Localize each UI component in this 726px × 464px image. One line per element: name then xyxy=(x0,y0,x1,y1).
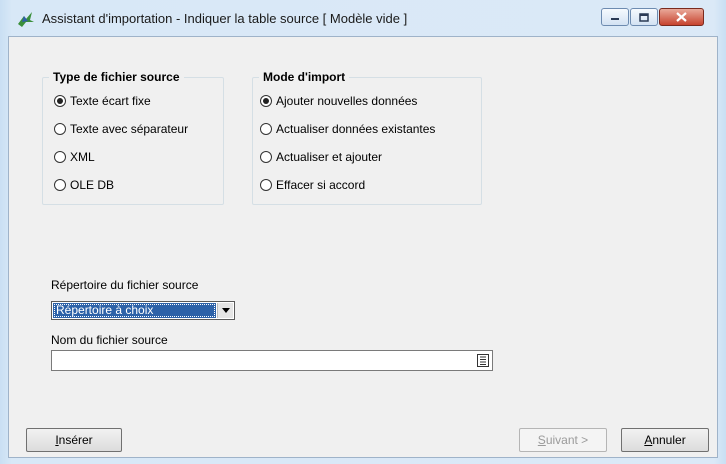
filename-label: Nom du fichier source xyxy=(51,333,168,347)
import-mode-title: Mode d'import xyxy=(259,70,350,84)
radio-label: Actualiser données existantes xyxy=(276,122,436,136)
browse-button[interactable] xyxy=(476,353,490,368)
insert-label: nsérer xyxy=(58,433,93,447)
minimize-icon xyxy=(611,18,619,20)
radio-label: OLE DB xyxy=(70,178,115,192)
directory-label: Répertoire du fichier source xyxy=(51,278,199,292)
app-logo-icon xyxy=(18,12,34,27)
file-browse-icon xyxy=(477,354,489,367)
filename-input[interactable] xyxy=(51,350,493,371)
radio-texte-avec-separateur[interactable]: Texte avec séparateur xyxy=(54,122,188,136)
maximize-button[interactable] xyxy=(630,8,658,26)
radio-button[interactable] xyxy=(260,151,272,163)
close-button[interactable] xyxy=(659,8,704,26)
radio-button[interactable] xyxy=(260,123,272,135)
radio-button[interactable] xyxy=(54,179,66,191)
next-mnemonic: S xyxy=(537,433,546,447)
radio-button[interactable] xyxy=(54,151,66,163)
radio-effacer-si-accord[interactable]: Effacer si accord xyxy=(260,178,365,192)
close-icon xyxy=(676,12,687,22)
maximize-icon xyxy=(639,12,649,22)
radio-button[interactable] xyxy=(260,179,272,191)
radio-xml[interactable]: XML xyxy=(54,150,95,164)
radio-ole-db[interactable]: OLE DB xyxy=(54,178,114,192)
cancel-mnemonic: A xyxy=(644,433,653,447)
radio-actualiser-et-ajouter[interactable]: Actualiser et ajouter xyxy=(260,150,382,164)
directory-select[interactable]: Répertoire à choix xyxy=(51,301,235,320)
import-wizard-window: Assistant d'importation - Indiquer la ta… xyxy=(0,0,726,464)
dropdown-button[interactable] xyxy=(217,303,233,318)
title-bar[interactable]: Assistant d'importation - Indiquer la ta… xyxy=(0,0,726,36)
minimize-button[interactable] xyxy=(601,8,629,26)
window-title: Assistant d'importation - Indiquer la ta… xyxy=(42,11,408,26)
source-type-title: Type de fichier source xyxy=(49,70,184,84)
radio-button-selected[interactable] xyxy=(260,95,272,107)
radio-label: Actualiser et ajouter xyxy=(276,150,383,164)
cancel-button[interactable]: Annuler xyxy=(621,428,709,452)
radio-actualiser-donnees-existantes[interactable]: Actualiser données existantes xyxy=(260,122,435,136)
next-label: uivant > xyxy=(545,433,589,447)
radio-label: Ajouter nouvelles données xyxy=(276,94,418,108)
radio-label: Effacer si accord xyxy=(276,178,366,192)
radio-label: Texte écart fixe xyxy=(70,94,151,108)
directory-selected-value: Répertoire à choix xyxy=(53,303,216,318)
chevron-down-icon xyxy=(221,308,230,313)
radio-label: Texte avec séparateur xyxy=(70,122,189,136)
radio-ajouter-nouvelles-donnees[interactable]: Ajouter nouvelles données xyxy=(260,94,417,108)
cancel-label: nnuler xyxy=(652,433,686,447)
dialog-body: Type de fichier source Texte écart fixe … xyxy=(8,36,718,458)
radio-label: XML xyxy=(70,150,95,164)
insert-button[interactable]: Insérer xyxy=(26,428,122,452)
radio-texte-ecart-fixe[interactable]: Texte écart fixe xyxy=(54,94,151,108)
radio-button[interactable] xyxy=(54,123,66,135)
next-button[interactable]: Suivant > xyxy=(519,428,607,452)
radio-button-selected[interactable] xyxy=(54,95,66,107)
